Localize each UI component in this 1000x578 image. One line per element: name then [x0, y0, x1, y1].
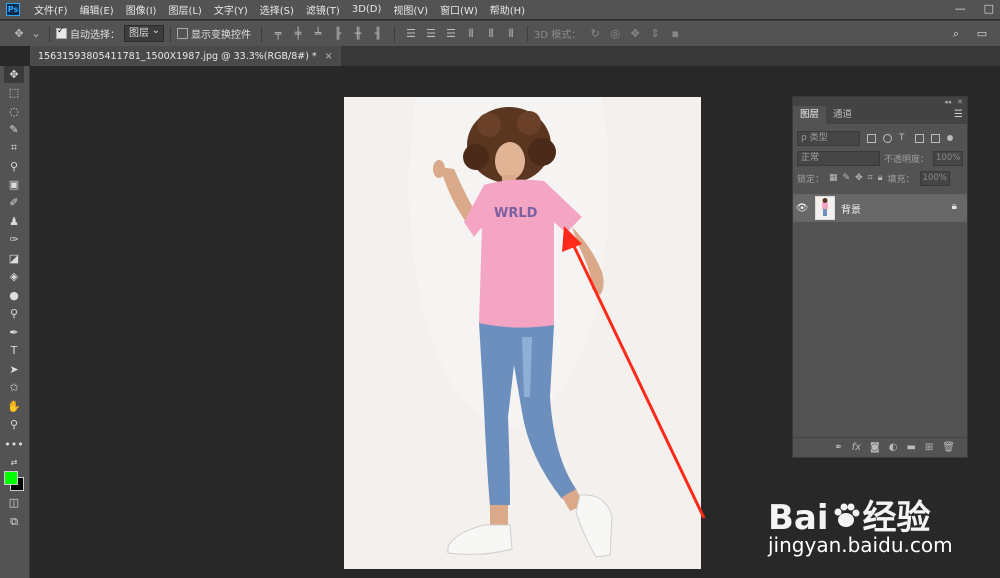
- lock-transparent-icon[interactable]: ▦: [829, 173, 838, 183]
- filter-toggle-icon[interactable]: [947, 135, 953, 141]
- filter-smart-object-icon[interactable]: [931, 133, 940, 143]
- delete-layer-icon[interactable]: 🗑︎: [942, 442, 955, 453]
- lock-row: 锁定： ▦ ✎ ✥ ⌗ 🔒︎ 填充： 100%: [793, 168, 967, 188]
- layer-thumbnail: [815, 196, 835, 220]
- new-layer-icon[interactable]: ⊞: [925, 442, 933, 453]
- close-icon[interactable]: ✕: [957, 98, 963, 106]
- opacity-label: 不透明度：: [883, 154, 929, 165]
- filter-type-icon[interactable]: T: [899, 133, 908, 143]
- fill-input[interactable]: 100%: [919, 170, 950, 186]
- watermark-url: jingyan.baidu.com: [768, 533, 953, 557]
- layer-name[interactable]: 背景: [841, 201, 861, 216]
- tab-channels[interactable]: 通道: [826, 106, 859, 124]
- panel-grip[interactable]: ◂◂ ✕: [793, 97, 967, 106]
- layers-panel: ◂◂ ✕ 图层 通道 ☰ ρ 类型 T 正常 不透明度： 100% 锁定： ▦ …: [792, 96, 968, 458]
- layer-mask-icon[interactable]: ◙: [870, 442, 880, 453]
- collapse-icon[interactable]: ◂◂: [944, 98, 951, 106]
- blend-mode-dropdown[interactable]: 正常: [797, 150, 880, 166]
- lock-position-icon[interactable]: ✥: [855, 173, 863, 183]
- layer-filter-dropdown[interactable]: ρ 类型: [797, 130, 860, 146]
- watermark-brand-cn: 经验: [862, 498, 931, 538]
- lock-label: 锁定：: [797, 174, 825, 185]
- lock-all-icon[interactable]: 🔒︎: [878, 173, 883, 183]
- link-layers-icon[interactable]: ⚭: [834, 442, 842, 453]
- panel-tabs: 图层 通道 ☰: [793, 106, 967, 124]
- watermark-brand: Bai 经验: [768, 490, 931, 539]
- watermark-brand-text: Bai: [768, 498, 829, 538]
- visibility-eye-icon[interactable]: 👁︎: [793, 203, 811, 214]
- lock-image-icon[interactable]: ✎: [843, 173, 851, 183]
- paw-icon: [831, 500, 861, 530]
- filter-adjustment-icon[interactable]: [883, 133, 892, 143]
- filter-shape-icon[interactable]: [915, 133, 924, 143]
- opacity-input[interactable]: 100%: [933, 150, 963, 166]
- blend-row: 正常 不透明度： 100%: [793, 148, 967, 168]
- panel-menu-icon[interactable]: ☰: [954, 109, 963, 120]
- lock-artboard-icon[interactable]: ⌗: [868, 173, 873, 183]
- layers-panel-footer: ⚭ fx ◙ ◐ ▬ ⊞ 🗑︎: [793, 437, 967, 457]
- adjustment-layer-icon[interactable]: ◐: [889, 442, 898, 453]
- layer-filter-row: ρ 类型 T: [793, 128, 967, 148]
- fill-label: 填充：: [887, 174, 915, 185]
- tab-layers[interactable]: 图层: [793, 106, 827, 124]
- layer-lock-icon[interactable]: 🔒︎: [952, 201, 957, 212]
- layer-style-icon[interactable]: fx: [852, 442, 861, 453]
- filter-pixel-icon[interactable]: [867, 133, 876, 143]
- layer-row[interactable]: 👁︎ 背景 🔒︎: [793, 194, 967, 222]
- new-group-icon[interactable]: ▬: [906, 442, 915, 453]
- foreground-color-swatch[interactable]: [4, 471, 18, 485]
